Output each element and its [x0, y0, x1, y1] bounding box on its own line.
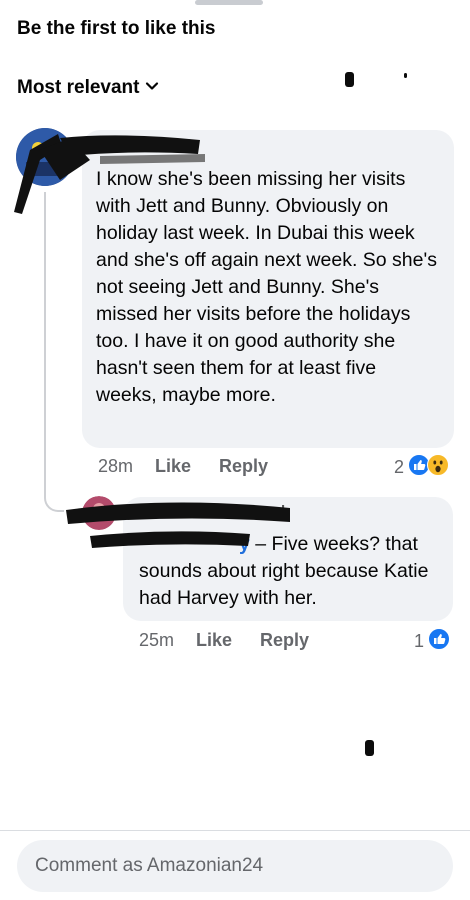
reply-button[interactable]: Reply — [260, 630, 309, 651]
avatar[interactable] — [16, 128, 74, 186]
mention-link[interactable]: y — [239, 533, 250, 555]
reply-thread-line — [44, 192, 64, 512]
comment-body: – Five weeks? that sounds about right be… — [139, 533, 429, 609]
comment-actions: 25m Like Reply — [139, 630, 337, 651]
like-button[interactable]: Like — [155, 456, 191, 477]
comment-input-placeholder: Comment as Amazonian24 — [35, 855, 264, 876]
redaction-mark — [345, 72, 354, 87]
comment-input[interactable]: Comment as Amazonian24 — [17, 840, 453, 892]
comment-author[interactable]: h — [281, 503, 290, 523]
redaction-mark — [365, 740, 374, 756]
wow-icon — [427, 454, 450, 481]
comment-timestamp[interactable]: 25m — [139, 630, 174, 651]
sort-label: Most relevant — [17, 77, 140, 98]
chevron-down-icon — [145, 77, 159, 99]
comment-timestamp[interactable]: 28m — [98, 456, 133, 477]
comment-actions: 28m Like Reply — [98, 456, 296, 477]
like-button[interactable]: Like — [196, 630, 232, 651]
comment-text: I know she's been missing her visits wit… — [96, 168, 437, 406]
likes-summary: Be the first to like this — [17, 18, 216, 39]
reaction-count: 1 — [414, 631, 425, 651]
comment-bubble[interactable]: h y – Five weeks? that sounds about righ… — [123, 497, 453, 621]
reaction-summary[interactable]: 1 — [414, 628, 451, 655]
comment-bubble[interactable]: y I know she's been missing her visits w… — [82, 130, 454, 448]
comment-text: y – Five weeks? that sounds about right … — [139, 531, 439, 612]
reaction-summary[interactable]: 2 — [394, 454, 450, 481]
reaction-count: 2 — [394, 457, 405, 477]
avatar[interactable] — [82, 496, 116, 530]
like-icon — [428, 628, 451, 655]
sheet-drag-handle[interactable] — [195, 0, 263, 5]
comment-author[interactable]: y — [182, 134, 190, 154]
sort-dropdown[interactable]: Most relevant — [17, 77, 159, 99]
divider — [0, 830, 470, 831]
redaction-mark — [404, 73, 407, 78]
reply-button[interactable]: Reply — [219, 456, 268, 477]
